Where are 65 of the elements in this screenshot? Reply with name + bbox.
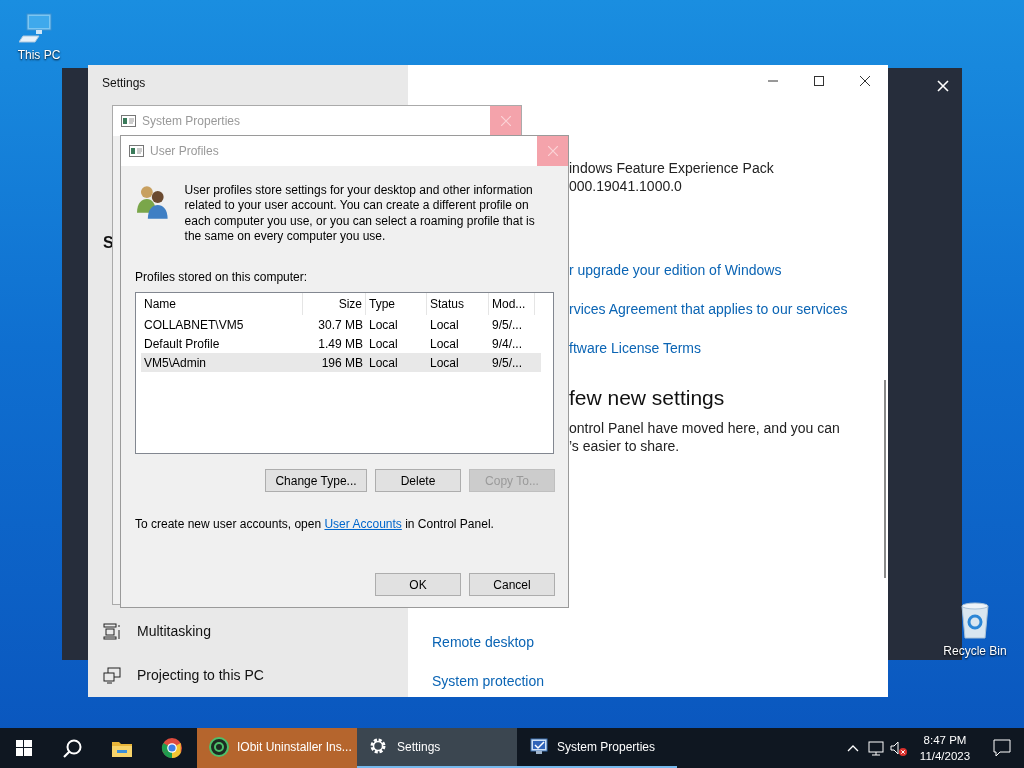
multitasking-icon — [103, 622, 121, 640]
close-icon — [547, 146, 558, 156]
recycle-bin-icon[interactable] — [958, 602, 992, 640]
window-title: System Properties — [142, 113, 241, 130]
table-cell-text: Local — [368, 354, 399, 372]
list-label: Profiles stored on this computer: — [135, 269, 309, 287]
window-title: Settings — [101, 75, 147, 92]
projector-icon — [103, 666, 121, 684]
section-heading: few new settings — [569, 385, 725, 411]
search-icon[interactable] — [62, 738, 82, 758]
chrome-browser-icon[interactable] — [161, 737, 183, 759]
window-icon — [121, 115, 136, 127]
table-cell-text: Default Profile — [143, 335, 221, 353]
close-icon — [500, 116, 511, 126]
scrollbar[interactable] — [884, 380, 886, 578]
table-cell-text: 196 MB — [320, 354, 364, 372]
table-cell-text: Local — [429, 354, 460, 372]
link[interactable]: System protection — [432, 672, 545, 690]
link[interactable]: ftware License Terms — [569, 339, 701, 357]
caret-icon[interactable] — [846, 743, 859, 753]
computer-icon — [529, 737, 549, 757]
table-row[interactable]: VM5\Admin 196 MB Local Local 9/5/... — [141, 353, 541, 373]
table-cell-text: 9/5/... — [491, 316, 524, 334]
sidebar-item[interactable]: Multitasking — [137, 620, 211, 642]
dialog-button[interactable]: Cancel — [469, 573, 555, 597]
info-text: ontrol Panel have moved here, and you can — [569, 419, 840, 437]
info-text: indows Feature Experience Pack — [569, 159, 774, 177]
taskbar-button[interactable]: System Properties — [517, 728, 677, 768]
dialog-button[interactable]: Change Type... — [265, 469, 367, 493]
table-cell-text: 9/5/... — [491, 354, 524, 372]
table-cell-text: Local — [429, 316, 460, 334]
table-cell-text: Local — [368, 335, 399, 353]
network-icon[interactable] — [867, 740, 884, 756]
window-icon — [129, 145, 144, 157]
link[interactable]: r upgrade your edition of Windows — [569, 261, 782, 279]
ring-icon — [209, 737, 229, 757]
info-text: 000.19041.1000.0 — [569, 177, 682, 195]
taskbar-button[interactable]: IObit Uninstaller Ins... — [197, 728, 357, 768]
description-text: User profiles store settings for your desktop and other information related to your user account. You can create a different profile on each computer you use, or you can select a roaming profile that is the same on every computer you use. — [184, 183, 536, 245]
info-text: ’s easier to share. — [569, 437, 680, 455]
table-cell-text: 30.7 MB — [317, 316, 364, 334]
clock-date[interactable]: 11/4/2023 — [910, 748, 980, 764]
notification-icon[interactable] — [993, 739, 1011, 757]
table-cell-text: Local — [368, 316, 399, 334]
users-icon — [136, 183, 170, 219]
table-cell-text: 9/4/... — [491, 335, 524, 353]
dialog-button[interactable]: Delete — [375, 469, 461, 493]
close-icon[interactable] — [860, 76, 870, 86]
table-cell-text: COLLABNET\VM5 — [143, 316, 245, 334]
sidebar-item[interactable]: Projecting to this PC — [137, 664, 264, 686]
icon-label[interactable]: This PC — [17, 46, 61, 64]
table-cell-text: 1.49 MB — [317, 335, 364, 353]
maximize-icon[interactable] — [814, 76, 824, 86]
windows-start-icon[interactable] — [15, 740, 32, 756]
link[interactable]: Remote desktop — [432, 633, 534, 651]
clock-time[interactable]: 8:47 PM — [910, 732, 980, 748]
window-title: User Profiles — [150, 143, 219, 160]
table-cell-text: Local — [429, 335, 460, 353]
taskbar-button[interactable]: Settings — [357, 728, 517, 768]
link[interactable]: User Accounts — [324, 517, 402, 532]
link[interactable]: rvices Agreement that applies to our services — [569, 300, 848, 318]
speaker-muted-icon[interactable] — [889, 739, 908, 757]
footer-text: To create new user accounts, open User Accounts in Control Panel. — [135, 516, 495, 534]
table-cell-text: VM5\Admin — [143, 354, 208, 372]
dialog-button[interactable]: OK — [375, 573, 461, 597]
